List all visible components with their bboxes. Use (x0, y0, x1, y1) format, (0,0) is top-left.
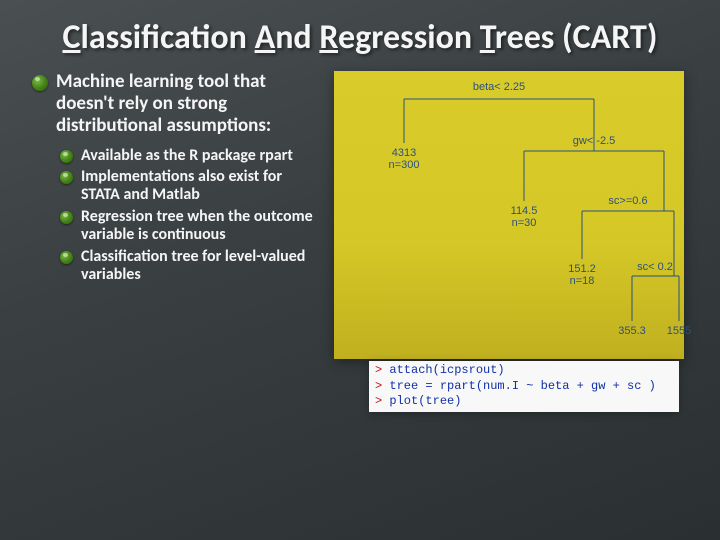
r-code-panel: > attach(icpsrout) > tree = rpart(num.I … (369, 361, 679, 412)
list-item: Available as the R package rpart (60, 147, 322, 165)
list-item: Implementations also exist for STATA and… (60, 168, 322, 205)
left-column: Machine learning tool that doesn't rely … (32, 71, 322, 287)
right-column: beta< 2.25 4313n=300 gw< -2.5 114.5n=30 … (334, 71, 688, 391)
tree-lines (334, 71, 684, 359)
intro-bullet: Machine learning tool that doesn't rely … (32, 71, 322, 137)
tree-leaf: 1555 (667, 325, 691, 337)
tree-leaf: 151.2n=18 (568, 263, 596, 287)
sub-bullet-list: Available as the R package rpart Impleme… (32, 147, 322, 285)
bullet-icon (60, 211, 73, 224)
content-row: Machine learning tool that doesn't rely … (32, 71, 688, 391)
tree-split-label: beta< 2.25 (473, 81, 525, 93)
tree-leaf: 355.3 (618, 325, 646, 337)
list-item: Regression tree when the outcome variabl… (60, 208, 322, 245)
slide-title: Classification And Regression Trees (CAR… (32, 18, 688, 57)
tree-leaf: 114.5n=30 (511, 205, 538, 229)
list-item: Classification tree for level-valued var… (60, 248, 322, 285)
intro-text: Machine learning tool that doesn't rely … (56, 71, 322, 137)
code-line: > tree = rpart(num.I ~ beta + gw + sc ) (375, 379, 673, 395)
bullet-icon (60, 251, 73, 264)
tree-leaf: 4313n=300 (389, 147, 420, 171)
tree-split-label: gw< -2.5 (573, 135, 616, 147)
slide: Classification And Regression Trees (CAR… (0, 0, 720, 540)
tree-split-label: sc>=0.6 (608, 195, 647, 207)
bullet-icon (60, 171, 73, 184)
code-line: > plot(tree) (375, 394, 673, 410)
tree-split-label: sc< 0.2 (637, 261, 673, 273)
regression-tree-plot: beta< 2.25 4313n=300 gw< -2.5 114.5n=30 … (334, 71, 684, 359)
code-line: > attach(icpsrout) (375, 363, 673, 379)
bullet-icon (60, 150, 73, 163)
bullet-icon (32, 75, 48, 91)
